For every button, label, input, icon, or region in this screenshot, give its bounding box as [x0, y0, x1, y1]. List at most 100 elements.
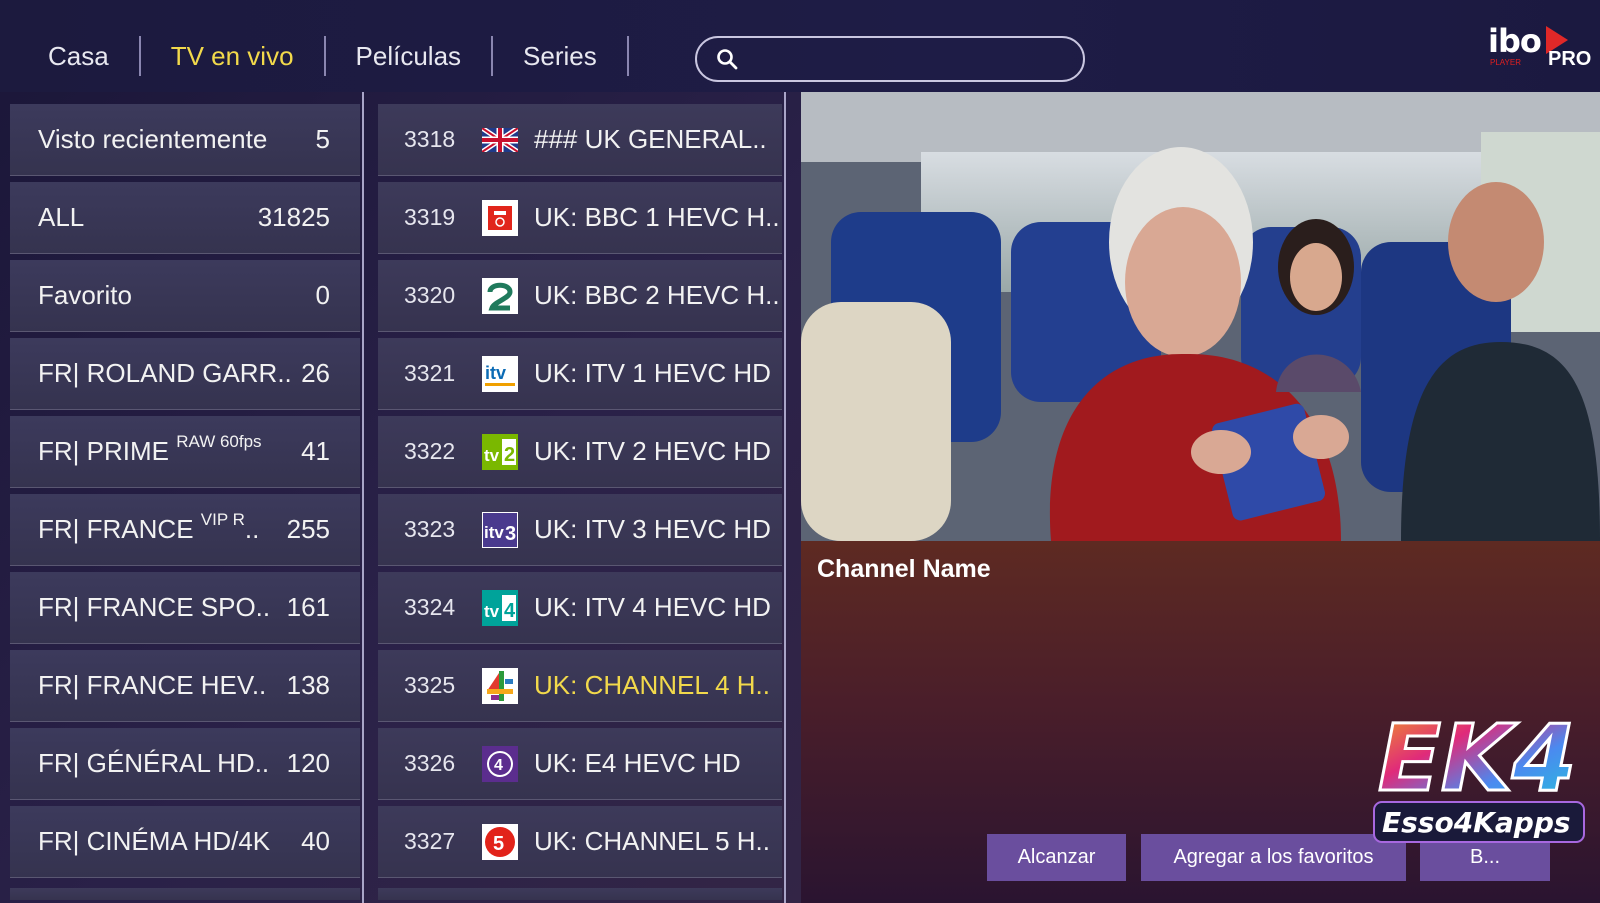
itv1-logo-icon: itv [482, 355, 518, 392]
category-item[interactable]: Visto recientemente 5 [10, 104, 360, 176]
watermark-title: EK4 [1378, 705, 1576, 812]
channel-name: ### UK GENERAL.. [534, 124, 767, 154]
category-item[interactable]: FR| FRANCE VIP R.. 255 [10, 494, 360, 566]
svg-text:itv: itv [484, 523, 504, 542]
svg-text:4: 4 [494, 757, 503, 774]
add-favorite-button[interactable]: Agregar a los favoritos [1141, 834, 1406, 881]
svg-text:5: 5 [493, 833, 504, 855]
itv2-logo-icon: tv 2 [482, 433, 518, 470]
category-count: 161 [286, 592, 330, 622]
top-bar: Casa TV en vivo Películas Series ibo PLA… [0, 0, 1600, 92]
channel-name: UK: ITV 2 HEVC HD [534, 436, 771, 466]
channel-name: UK: BBC 1 HEVC H.. [534, 202, 780, 232]
category-label: FR| FRANCE HEV.. [38, 670, 267, 700]
bbc-one-logo-icon [482, 199, 518, 236]
logo-brand: ibo [1488, 22, 1542, 60]
search-icon [717, 49, 738, 70]
category-item[interactable]: ALL 31825 [10, 182, 360, 254]
catchup-button[interactable]: Alcanzar [987, 834, 1126, 881]
category-count: 0 [315, 280, 330, 310]
channel-item[interactable]: 3319 UK: BBC 1 HEVC H.. [378, 182, 782, 254]
svg-text:tv: tv [484, 446, 500, 465]
category-item[interactable]: FR| PRIME RAW 60fps 41 [10, 416, 360, 488]
channel-name: UK: CHANNEL 4 H.. [534, 670, 770, 700]
channel-item[interactable]: 3320 UK: BBC 2 HEVC H.. [378, 260, 782, 332]
channel-name: UK: ITV 1 HEVC HD [534, 358, 771, 388]
channel-title: Channel Name [817, 555, 991, 583]
channel-name: UK: E4 HEVC HD [534, 748, 741, 778]
category-item[interactable]: FR| GÉNÉRAL HD.. 120 [10, 728, 360, 800]
category-label: FR| GÉNÉRAL HD.. [38, 748, 270, 778]
nav-tab-series[interactable]: Series [493, 36, 629, 76]
category-label: FR| ROLAND GARR.. [38, 358, 292, 388]
channel-number: 3319 [404, 204, 456, 230]
category-count: 5 [315, 124, 330, 154]
channel-number: 3325 [404, 672, 456, 698]
channel-number: 3318 [404, 126, 456, 152]
svg-text:itv: itv [485, 363, 506, 383]
channel-item[interactable]: 3327 5 UK: CHANNEL 5 H.. [378, 806, 782, 878]
category-count: 26 [301, 358, 330, 388]
channel-number: 3321 [404, 360, 456, 386]
channel-item[interactable]: 3324 tv 4 UK: ITV 4 HEVC HD [378, 572, 782, 644]
channel-name: UK: ITV 4 HEVC HD [534, 592, 771, 622]
channel-number: 3322 [404, 438, 456, 464]
channel-number: 3323 [404, 516, 456, 542]
channel-number: 3326 [404, 750, 456, 776]
bbc-two-logo-icon [482, 277, 518, 314]
channel-name: UK: ITV 3 HEVC HD [534, 514, 771, 544]
channel-item[interactable]: 3325 UK: CHANNEL 4 H.. [378, 650, 782, 722]
video-preview[interactable] [801, 92, 1600, 541]
channel-item-partial [378, 888, 782, 900]
channel-item[interactable]: 3318 ### UK GENERAL.. [378, 104, 782, 176]
column-divider [784, 92, 786, 903]
channel-number: 3324 [404, 594, 456, 620]
svg-text:4: 4 [504, 600, 516, 622]
category-label: FR| FRANCE SPO.. [38, 592, 271, 622]
channel-item[interactable]: 3323 itv 3 UK: ITV 3 HEVC HD [378, 494, 782, 566]
itv4-logo-icon: tv 4 [482, 589, 518, 626]
column-divider [362, 92, 364, 903]
logo-sub: PLAYER [1490, 58, 1521, 67]
watermark-subtitle: Esso4Kapps [1382, 806, 1571, 839]
category-item[interactable]: Favorito 0 [10, 260, 360, 332]
nav-tab-casa[interactable]: Casa [24, 36, 141, 76]
category-item[interactable]: FR| ROLAND GARR.. 26 [10, 338, 360, 410]
video-frame-image [801, 92, 1600, 541]
app-logo: ibo PLAYER PRO [1488, 22, 1592, 72]
category-list[interactable]: Visto recientemente 5 ALL 31825 Favorito… [10, 104, 360, 884]
category-item-partial [10, 888, 360, 900]
channel-item[interactable]: 3322 tv 2 UK: ITV 2 HEVC HD [378, 416, 782, 488]
category-label: FR| CINÉMA HD/4K [38, 826, 271, 856]
svg-text:2: 2 [504, 444, 515, 466]
category-item[interactable]: FR| CINÉMA HD/4K 40 [10, 806, 360, 878]
category-count: 138 [286, 670, 330, 700]
channel-item[interactable]: 3321 itv UK: ITV 1 HEVC HD [378, 338, 782, 410]
channel-name: UK: BBC 2 HEVC H.. [534, 280, 780, 310]
channel-list[interactable]: 3318 ### UK GENERAL.. 3319 UK: BBC 1 HEV… [378, 104, 782, 884]
svg-text:tv: tv [484, 602, 500, 621]
itv3-logo-icon: itv 3 [482, 511, 518, 548]
channel-number: 3327 [404, 828, 456, 854]
svg-text:3: 3 [505, 523, 516, 545]
category-count: 40 [301, 826, 330, 856]
channel-item[interactable]: 3326 4 UK: E4 HEVC HD [378, 728, 782, 800]
nav-tab-live-tv[interactable]: TV en vivo [141, 36, 326, 76]
category-label: Visto recientemente [38, 124, 268, 154]
category-item[interactable]: FR| FRANCE SPO.. 161 [10, 572, 360, 644]
uk-flag-icon [482, 122, 518, 158]
category-count: 31825 [257, 202, 330, 232]
watermark-logo: EK4 Esso4Kapps [1368, 690, 1590, 870]
channel4-logo-icon [482, 667, 518, 704]
category-label: FR| PRIME RAW 60fps [38, 432, 262, 466]
channel-name: UK: CHANNEL 5 H.. [534, 826, 770, 856]
logo-suffix: PRO [1548, 48, 1592, 70]
main-nav: Casa TV en vivo Películas Series [24, 36, 629, 76]
nav-tab-movies[interactable]: Películas [326, 36, 494, 76]
search-input[interactable] [749, 47, 1069, 71]
search-box[interactable] [695, 36, 1085, 82]
category-label: Favorito [38, 280, 132, 310]
category-label: FR| FRANCE VIP R.. [38, 510, 260, 544]
category-item[interactable]: FR| FRANCE HEV.. 138 [10, 650, 360, 722]
category-count: 120 [286, 748, 330, 778]
